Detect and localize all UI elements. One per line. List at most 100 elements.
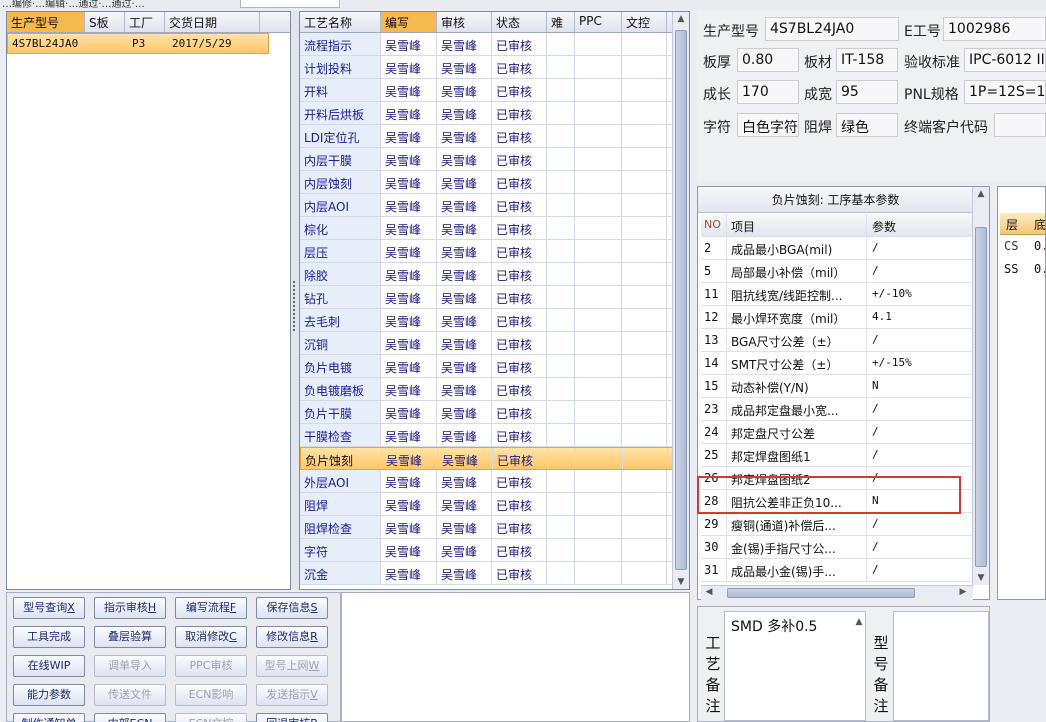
process-row[interactable]: 负片蚀刻 吴雪峰 吴雪峰 已审核 [300, 447, 689, 470]
col-header-difficulty[interactable]: 难 [547, 12, 575, 32]
process-row[interactable]: 内层干膜 吴雪峰 吴雪峰 已审核 [300, 148, 689, 171]
param-row[interactable]: 25 邦定焊盘图纸1 / [701, 444, 973, 467]
scroll-left-icon[interactable]: ◀ [703, 587, 715, 597]
param-col-no[interactable]: NO [701, 214, 727, 236]
action-button[interactable]: 指示审核H [94, 597, 166, 619]
action-button[interactable]: 保存信息S [256, 597, 328, 619]
scroll-down-icon[interactable]: ▼ [675, 577, 687, 587]
model-field[interactable]: 4S7BL24JA0 [765, 17, 899, 41]
param-row[interactable]: 12 最小焊环宽度（mil） 4.1 [701, 306, 973, 329]
process-row[interactable]: 开料 吴雪峰 吴雪峰 已审核 [300, 79, 689, 102]
action-button[interactable]: 能力参数 [13, 684, 85, 706]
e-no-field[interactable]: 1002986 [943, 17, 1046, 41]
col-header-process-name[interactable]: 工艺名称 [300, 12, 381, 32]
process-row[interactable]: 阻焊 吴雪峰 吴雪峰 已审核 [300, 493, 689, 516]
action-button[interactable]: 发送指示V [256, 684, 328, 706]
param-row[interactable]: 29 瘦铜(通道)补偿后... / [701, 513, 973, 536]
action-button[interactable]: PPC审核 [175, 655, 247, 677]
param-row[interactable]: 2 成品最小BGA(mil) / [701, 237, 973, 260]
param-row[interactable]: 30 金(锡)手指尺寸公... / [701, 536, 973, 559]
scroll-up-icon[interactable]: ▲ [675, 14, 687, 24]
process-row[interactable]: 计划投料 吴雪峰 吴雪峰 已审核 [300, 56, 689, 79]
param-col-value[interactable]: 参数 [868, 214, 973, 236]
col-header-delivery-date[interactable]: 交货日期 [165, 12, 260, 32]
standard-field[interactable]: IPC-6012 III [964, 48, 1046, 72]
process-row[interactable]: 内层AOI 吴雪峰 吴雪峰 已审核 [300, 194, 689, 217]
process-row[interactable]: 阻焊检查 吴雪峰 吴雪峰 已审核 [300, 516, 689, 539]
scroll-right-icon[interactable]: ▶ [957, 587, 969, 597]
col-header-model[interactable]: 生产型号 [7, 12, 85, 32]
pnl-field[interactable]: 1P=12S=180 [964, 80, 1046, 104]
col-header-doc-control[interactable]: 文控 [622, 12, 667, 32]
memo-scroll-up-icon[interactable]: ▲ [853, 617, 865, 627]
process-row[interactable]: 负片电镀 吴雪峰 吴雪峰 已审核 [300, 355, 689, 378]
layer-col-layer[interactable]: 层 [1006, 216, 1018, 233]
grid-splitter[interactable] [291, 11, 299, 590]
action-button[interactable]: 型号上网W [256, 655, 328, 677]
process-row[interactable]: 负电镀磨板 吴雪峰 吴雪峰 已审核 [300, 378, 689, 401]
param-row[interactable]: 5 局部最小补偿（mil） / [701, 260, 973, 283]
width-field[interactable]: 95 [836, 80, 898, 104]
process-row[interactable]: 沉金 吴雪峰 吴雪峰 已审核 [300, 562, 689, 585]
param-row[interactable]: 11 阻抗线宽/线距控制... +/-10% [701, 283, 973, 306]
process-row[interactable]: 去毛刺 吴雪峰 吴雪峰 已审核 [300, 309, 689, 332]
action-button[interactable]: 制作通知单 [13, 713, 85, 722]
action-button[interactable]: 工具完成 [13, 626, 85, 648]
param-hscroll-thumb[interactable] [727, 588, 915, 598]
process-row[interactable]: 层压 吴雪峰 吴雪峰 已审核 [300, 240, 689, 263]
character-field[interactable]: 白色字符 [737, 113, 799, 137]
action-button[interactable]: 型号查询X [13, 597, 85, 619]
length-field[interactable]: 170 [737, 80, 799, 104]
customer-code-field[interactable] [994, 113, 1046, 137]
process-row[interactable]: 负片干膜 吴雪峰 吴雪峰 已审核 [300, 401, 689, 424]
thickness-field[interactable]: 0.80 [737, 48, 799, 72]
process-row[interactable]: 沉铜 吴雪峰 吴雪峰 已审核 [300, 332, 689, 355]
col-header-factory[interactable]: 工厂 [125, 12, 165, 32]
param-row[interactable]: 31 成品最小金(锡)手... / [701, 559, 973, 582]
col-header-writer[interactable]: 编写 [381, 12, 437, 32]
param-scroll-up-icon[interactable]: ▲ [975, 189, 987, 199]
col-header-reviewer[interactable]: 审核 [437, 12, 492, 32]
model-notes-memo[interactable] [893, 611, 989, 721]
param-row[interactable]: 23 成品邦定盘最小宽... / [701, 398, 973, 421]
param-row[interactable]: 14 SMT尺寸公差（±） +/-15% [701, 352, 973, 375]
process-row[interactable]: 字符 吴雪峰 吴雪峰 已审核 [300, 539, 689, 562]
param-scroll-thumb[interactable] [975, 227, 987, 567]
order-row[interactable]: 4S7BL24JA0 P3 2017/5/29 [7, 33, 269, 54]
param-hscrollbar[interactable]: ◀ ▶ [701, 585, 973, 600]
param-scrollbar[interactable]: ▲ ▼ [972, 187, 989, 585]
solder-mask-field[interactable]: 绿色 [836, 113, 898, 137]
param-col-item[interactable]: 项目 [728, 214, 867, 236]
col-header-s-board[interactable]: S板 [85, 12, 125, 32]
action-button[interactable]: 内部ECN [94, 713, 166, 722]
action-button[interactable]: ECN文控 [175, 713, 247, 722]
process-row[interactable]: 干膜检查 吴雪峰 吴雪峰 已审核 [300, 424, 689, 447]
top-search-box[interactable] [240, 0, 340, 8]
action-button[interactable]: 叠层验算 [94, 626, 166, 648]
col-header-ppc[interactable]: PPC [575, 12, 622, 32]
material-field[interactable]: IT-158 [836, 48, 898, 72]
process-row[interactable]: 钻孔 吴雪峰 吴雪峰 已审核 [300, 286, 689, 309]
action-button[interactable]: 取消修改C [175, 626, 247, 648]
process-row[interactable]: LDI定位孔 吴雪峰 吴雪峰 已审核 [300, 125, 689, 148]
param-row[interactable]: 24 邦定盘尺寸公差 / [701, 421, 973, 444]
process-row[interactable]: 外层AOI 吴雪峰 吴雪峰 已审核 [300, 470, 689, 493]
splitter-grip[interactable] [293, 281, 296, 331]
process-row[interactable]: 内层蚀刻 吴雪峰 吴雪峰 已审核 [300, 171, 689, 194]
process-row[interactable]: 流程指示 吴雪峰 吴雪峰 已审核 [300, 33, 689, 56]
action-button[interactable]: 调单导入 [94, 655, 166, 677]
process-row[interactable]: 开料后烘板 吴雪峰 吴雪峰 已审核 [300, 102, 689, 125]
layer-col-base[interactable]: 底 [1034, 216, 1045, 233]
action-button[interactable]: 编写流程F [175, 597, 247, 619]
param-row[interactable]: 13 BGA尺寸公差（±） / [701, 329, 973, 352]
process-row[interactable]: 棕化 吴雪峰 吴雪峰 已审核 [300, 217, 689, 240]
process-scrollbar[interactable]: ▲ ▼ [672, 12, 689, 589]
param-scroll-down-icon[interactable]: ▼ [975, 573, 987, 583]
action-button[interactable]: 在线WIP [13, 655, 85, 677]
action-button[interactable]: 回退审核B [256, 713, 328, 722]
action-button[interactable]: ECN影响 [175, 684, 247, 706]
process-row[interactable]: 除胶 吴雪峰 吴雪峰 已审核 [300, 263, 689, 286]
action-button[interactable]: 修改信息R [256, 626, 328, 648]
param-row[interactable]: 15 动态补偿(Y/N) N [701, 375, 973, 398]
col-header-status[interactable]: 状态 [492, 12, 547, 32]
